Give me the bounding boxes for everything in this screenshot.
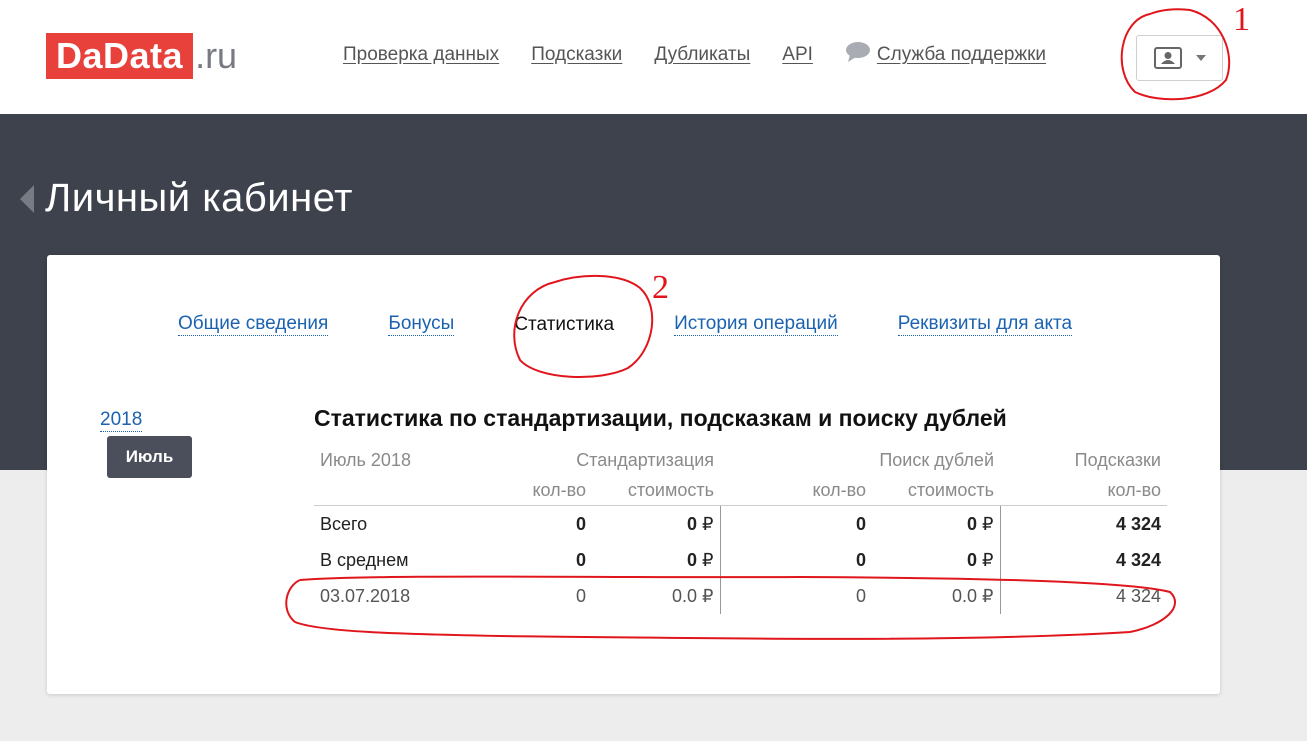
stats-title: Статистика по стандартизации, подсказкам… <box>314 405 1007 431</box>
row-label: Всего <box>320 513 368 534</box>
std-count-cell: 0 <box>575 585 586 606</box>
dup-cost-value: 0 <box>967 513 978 534</box>
std-count-header: кол-во <box>504 475 592 506</box>
support-link[interactable]: Служба поддержки <box>877 44 1046 66</box>
dup-count-cell: 0 <box>855 549 866 570</box>
currency-sign: ₽ <box>982 549 994 570</box>
back-arrow-icon[interactable] <box>20 185 34 213</box>
std-cost-header: стоимость <box>592 475 720 506</box>
month-button[interactable]: Июль <box>107 436 192 478</box>
table-header-row: Июль 2018 Стандартизация Поиск дублей По… <box>314 445 1167 475</box>
dup-count-header: кол-во <box>720 475 872 506</box>
nav-suggestions[interactable]: Подсказки <box>531 44 622 66</box>
tab-general[interactable]: Общие сведения <box>178 313 329 336</box>
stats-table: Июль 2018 Стандартизация Поиск дублей По… <box>314 445 1167 614</box>
dup-cost-cell: 0.0 ₽ <box>872 578 1001 614</box>
table-row: 03.07.2018 0 0.0 ₽ 0 0.0 ₽ 4 324 <box>314 578 1167 614</box>
page-title: Личный кабинет <box>45 176 353 220</box>
std-cost-value: 0.0 <box>672 585 698 606</box>
sugg-count-header: кол-во <box>1000 475 1167 506</box>
table-row: Всего 0 0 ₽ 0 0 ₽ 4 324 <box>314 505 1167 542</box>
dup-count-cell: 0 <box>855 513 866 534</box>
dup-cost-cell: 0 ₽ <box>872 542 1001 578</box>
nav-duplicates[interactable]: Дубликаты <box>654 44 750 66</box>
row-label: В среднем <box>320 549 409 570</box>
user-icon <box>1153 47 1182 69</box>
tab-act-details[interactable]: Реквизиты для акта <box>897 313 1073 336</box>
duplicates-header: Поиск дублей <box>879 449 994 470</box>
period-header: Июль 2018 <box>320 449 411 470</box>
row-label: 03.07.2018 <box>320 585 411 606</box>
dup-cost-value: 0 <box>967 549 978 570</box>
sugg-count-cell: 4 324 <box>1115 585 1161 606</box>
standardization-header: Стандартизация <box>576 449 714 470</box>
chevron-down-icon <box>1195 55 1206 61</box>
std-cost-cell: 0 ₽ <box>592 542 721 578</box>
tab-bonuses[interactable]: Бонусы <box>388 313 455 336</box>
tab-operations-history[interactable]: История операций <box>674 313 838 336</box>
sugg-count-cell: 4 324 <box>1115 513 1161 534</box>
std-count-cell: 0 <box>575 549 586 570</box>
nav-data-check[interactable]: Проверка данных <box>343 44 499 66</box>
currency-sign: ₽ <box>982 513 994 534</box>
currency-sign: ₽ <box>702 513 714 534</box>
nav-support[interactable]: Служба поддержки <box>845 42 1046 66</box>
dup-cost-header: стоимость <box>872 475 1000 506</box>
std-cost-value: 0 <box>687 549 698 570</box>
std-cost-cell: 0 ₽ <box>592 505 721 542</box>
dup-cost-cell: 0 ₽ <box>872 505 1001 542</box>
currency-sign: ₽ <box>982 585 994 606</box>
account-card: Общие сведения Бонусы Статистика История… <box>47 255 1220 694</box>
table-subheader-row: кол-во стоимость кол-во стоимость кол-во <box>314 475 1167 506</box>
main-nav: Проверка данных Подсказки Дубликаты API … <box>343 42 1046 66</box>
user-menu-button[interactable] <box>1136 35 1223 81</box>
std-cost-value: 0 <box>687 513 698 534</box>
tab-statistics[interactable]: Статистика <box>514 314 614 336</box>
std-cost-cell: 0.0 ₽ <box>592 578 721 614</box>
nav-api[interactable]: API <box>782 44 813 66</box>
chat-bubble-icon <box>845 42 870 62</box>
sugg-count-cell: 4 324 <box>1115 549 1161 570</box>
logo-suffix: .ru <box>195 35 238 76</box>
currency-sign: ₽ <box>702 585 714 606</box>
std-count-cell: 0 <box>575 513 586 534</box>
account-tabs: Общие сведения Бонусы Статистика История… <box>178 313 1073 336</box>
suggestions-header: Подсказки <box>1074 449 1161 470</box>
currency-sign: ₽ <box>702 549 714 570</box>
table-row: В среднем 0 0 ₽ 0 0 ₽ 4 324 <box>314 542 1167 578</box>
logo[interactable]: DaData .ru <box>46 33 237 79</box>
dup-count-cell: 0 <box>855 585 866 606</box>
logo-main: DaData <box>46 33 194 79</box>
site-header: DaData .ru Проверка данных Подсказки Дуб… <box>0 0 1307 114</box>
year-link[interactable]: 2018 <box>100 409 143 432</box>
dup-cost-value: 0.0 <box>952 585 978 606</box>
